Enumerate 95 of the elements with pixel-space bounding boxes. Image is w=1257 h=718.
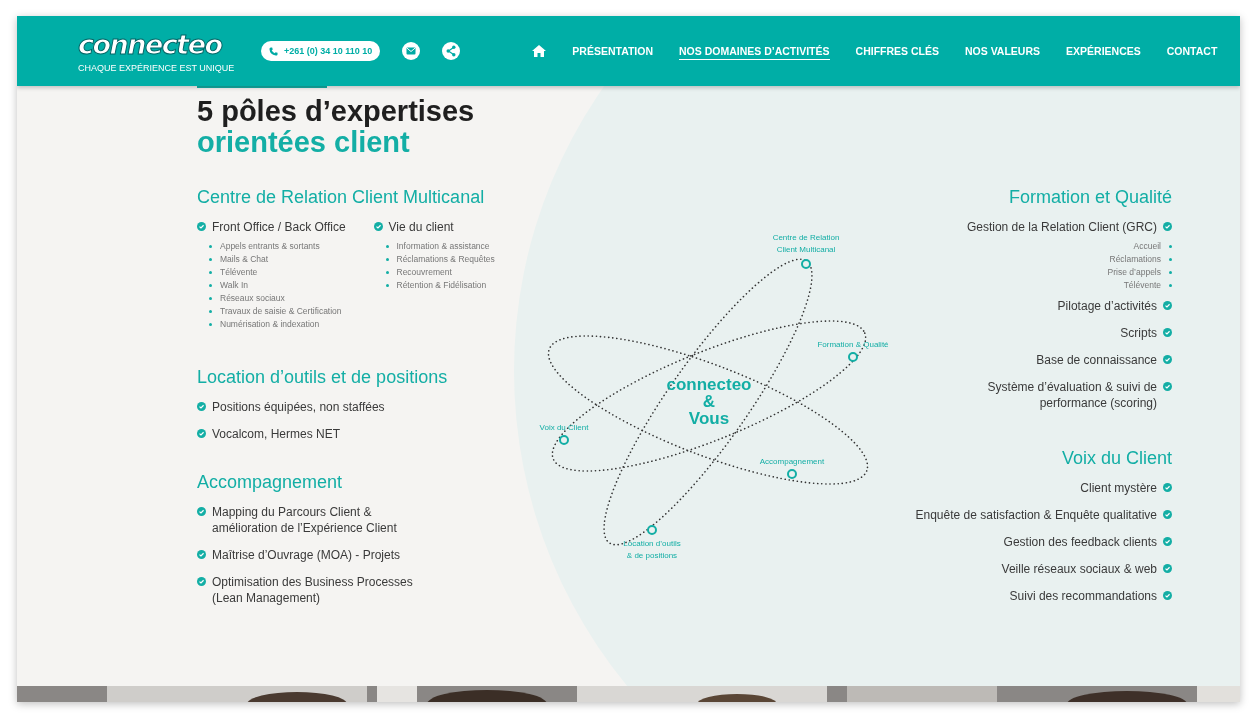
sub-item: Walk In: [220, 281, 249, 290]
check-icon: [1163, 537, 1172, 546]
check-icon: [197, 507, 206, 516]
list-item: Client mystère: [1080, 480, 1157, 496]
sub-item: Recouvrement: [396, 268, 452, 277]
list-item: Gestion de la Relation Client (GRC): [966, 219, 1157, 235]
bullet-icon: [385, 258, 389, 261]
sub-item: Réclamations & Requêtes: [396, 255, 495, 264]
node-icon: [801, 259, 811, 269]
nav-link[interactable]: EXPÉRIENCES: [1066, 42, 1141, 60]
bullet-icon: [1169, 271, 1172, 274]
page-title: 5 pôles d’expertises: [197, 96, 475, 127]
bullet-icon: [385, 245, 389, 248]
list-item: Gestion des feedback clients: [1003, 534, 1157, 550]
check-icon: [197, 550, 206, 559]
sub-item: Réclamations: [1109, 255, 1161, 264]
list-item: Enquête de satisfaction & Enquête qualitative: [915, 507, 1157, 523]
nav-link[interactable]: PRÉSENTATION: [572, 42, 654, 60]
sub-item: Télévente: [1123, 281, 1161, 290]
bullet-icon: [209, 271, 212, 274]
home-icon[interactable]: [532, 45, 547, 57]
check-icon: [197, 429, 206, 438]
node-icon: [848, 352, 858, 362]
bullet-icon: [385, 284, 389, 287]
sub-item: Mails & Chat: [220, 255, 269, 264]
phone-button[interactable]: +261 (0) 34 10 110 10: [261, 41, 381, 61]
list-item: Optimisation des Business Processes (Lean Management): [212, 574, 414, 606]
node-label: Voix du Client: [539, 423, 589, 432]
bullet-icon: [1169, 284, 1172, 287]
check-icon: [197, 222, 206, 231]
phone-icon: [269, 46, 278, 56]
list-item: Vocalcom, Hermes NET: [212, 426, 341, 442]
check-icon: [1163, 483, 1172, 492]
node-label: Location d’outils & de positions: [623, 539, 681, 560]
nav-link[interactable]: NOS DOMAINES D’ACTIVITÉS: [679, 42, 830, 60]
share-icon[interactable]: [442, 42, 461, 60]
sub-item: Accueil: [1133, 242, 1161, 251]
bullet-icon: [1169, 258, 1172, 261]
bullet-icon: [209, 258, 212, 261]
bullet-icon: [209, 310, 212, 313]
bullet-icon: [209, 297, 212, 300]
section-heading: Location d’outils et de positions: [197, 367, 448, 388]
node-label: Accompagnement: [759, 457, 825, 466]
bullet-icon: [1169, 245, 1172, 248]
page-subtitle: orientées client: [197, 127, 410, 158]
check-icon: [1163, 510, 1172, 519]
list-item: Veille réseaux sociaux & web: [1001, 561, 1157, 577]
sub-item: Appels entrants & sortants: [220, 242, 320, 251]
sub-item: Information & assistance: [396, 242, 490, 251]
sub-item: Rétention & Fidélisation: [396, 281, 487, 290]
logo[interactable]: connecteo: [78, 29, 222, 60]
check-icon: [1163, 301, 1172, 310]
nav-link[interactable]: CONTACT: [1166, 42, 1218, 60]
list-item: Scripts: [1120, 325, 1157, 341]
sub-item: Télévente: [220, 268, 258, 277]
check-icon: [1163, 564, 1172, 573]
sub-item: Réseaux sociaux: [220, 294, 285, 303]
list-item: Maîtrise d’Ouvrage (MOA) - Projets: [212, 547, 401, 563]
nav-link[interactable]: NOS VALEURS: [964, 42, 1041, 60]
list-item: Pilotage d’activités: [1057, 298, 1157, 314]
list-item: Système d’évaluation & suivi de performance (scoring): [986, 379, 1157, 411]
sub-item: Prise d’appels: [1107, 268, 1161, 277]
section-heading: Formation et Qualité: [1008, 187, 1172, 208]
bullet-icon: [209, 245, 212, 248]
bullet-icon: [209, 323, 212, 326]
bullet-icon: [385, 271, 389, 274]
node-icon: [647, 525, 657, 535]
list-item: Suivi des recommandations: [1009, 588, 1157, 604]
list-item: Positions équipées, non staffées: [212, 399, 385, 415]
sub-item: Travaux de saisie & Certification: [220, 307, 342, 316]
check-icon: [197, 577, 206, 586]
list-item: Base de connaissance: [1036, 352, 1157, 368]
node-icon: [787, 469, 797, 479]
check-icon: [1163, 382, 1172, 391]
list-item: Mapping du Parcours Client & amélioration de l’Expérience Client: [212, 504, 398, 536]
bullet-icon: [209, 284, 212, 287]
node-label: Centre de Relation Client Multicanal: [772, 233, 840, 254]
list-item: Front Office / Back Office: [212, 219, 346, 235]
node-icon: [559, 435, 569, 445]
section-heading: Accompagnement: [197, 472, 343, 493]
brand-text: connecteo & Vous: [666, 375, 752, 428]
check-icon: [1163, 591, 1172, 600]
mail-icon[interactable]: [402, 42, 421, 60]
node-label: Formation & Qualité: [817, 340, 889, 349]
sub-item: Numérisation & indexation: [220, 320, 320, 329]
tagline: CHAQUE EXPÉRIENCE EST UNIQUE: [78, 62, 235, 73]
section-heading: Centre de Relation Client Multicanal: [197, 187, 485, 208]
check-icon: [1163, 355, 1172, 364]
check-icon: [1163, 222, 1172, 231]
section-heading: Voix du Client: [1061, 448, 1172, 469]
check-icon: [197, 402, 206, 411]
check-icon: [373, 222, 383, 231]
list-item: Vie du client: [388, 219, 454, 235]
check-icon: [1163, 328, 1172, 337]
nav-link[interactable]: CHIFFRES CLÉS: [855, 42, 939, 60]
